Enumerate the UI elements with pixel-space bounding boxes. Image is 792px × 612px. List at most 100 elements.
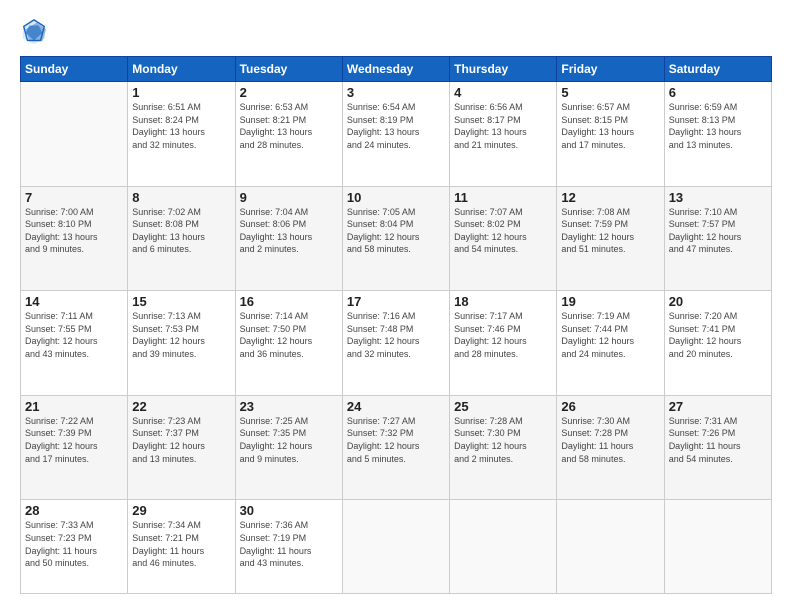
day-number: 22 <box>132 399 230 414</box>
day-info: Sunrise: 6:57 AM Sunset: 8:15 PM Dayligh… <box>561 101 659 151</box>
weekday-header-wednesday: Wednesday <box>342 57 449 82</box>
day-info: Sunrise: 7:30 AM Sunset: 7:28 PM Dayligh… <box>561 415 659 465</box>
day-number: 5 <box>561 85 659 100</box>
day-number: 23 <box>240 399 338 414</box>
calendar-week-row: 28Sunrise: 7:33 AM Sunset: 7:23 PM Dayli… <box>21 500 772 594</box>
weekday-header-saturday: Saturday <box>664 57 771 82</box>
day-number: 13 <box>669 190 767 205</box>
day-number: 9 <box>240 190 338 205</box>
day-number: 21 <box>25 399 123 414</box>
day-info: Sunrise: 7:14 AM Sunset: 7:50 PM Dayligh… <box>240 310 338 360</box>
calendar-cell: 16Sunrise: 7:14 AM Sunset: 7:50 PM Dayli… <box>235 291 342 396</box>
calendar-cell: 17Sunrise: 7:16 AM Sunset: 7:48 PM Dayli… <box>342 291 449 396</box>
day-info: Sunrise: 6:59 AM Sunset: 8:13 PM Dayligh… <box>669 101 767 151</box>
weekday-header-friday: Friday <box>557 57 664 82</box>
day-number: 28 <box>25 503 123 518</box>
calendar-cell: 11Sunrise: 7:07 AM Sunset: 8:02 PM Dayli… <box>450 186 557 291</box>
day-info: Sunrise: 7:04 AM Sunset: 8:06 PM Dayligh… <box>240 206 338 256</box>
day-info: Sunrise: 6:53 AM Sunset: 8:21 PM Dayligh… <box>240 101 338 151</box>
day-number: 17 <box>347 294 445 309</box>
calendar-cell <box>21 82 128 187</box>
day-info: Sunrise: 7:33 AM Sunset: 7:23 PM Dayligh… <box>25 519 123 569</box>
calendar-week-row: 1Sunrise: 6:51 AM Sunset: 8:24 PM Daylig… <box>21 82 772 187</box>
day-number: 12 <box>561 190 659 205</box>
day-number: 4 <box>454 85 552 100</box>
day-info: Sunrise: 7:27 AM Sunset: 7:32 PM Dayligh… <box>347 415 445 465</box>
day-info: Sunrise: 7:13 AM Sunset: 7:53 PM Dayligh… <box>132 310 230 360</box>
calendar-cell <box>664 500 771 594</box>
calendar-cell: 20Sunrise: 7:20 AM Sunset: 7:41 PM Dayli… <box>664 291 771 396</box>
day-info: Sunrise: 7:22 AM Sunset: 7:39 PM Dayligh… <box>25 415 123 465</box>
logo-icon <box>20 18 48 46</box>
calendar-cell <box>342 500 449 594</box>
calendar-cell: 30Sunrise: 7:36 AM Sunset: 7:19 PM Dayli… <box>235 500 342 594</box>
calendar-cell: 13Sunrise: 7:10 AM Sunset: 7:57 PM Dayli… <box>664 186 771 291</box>
weekday-header-thursday: Thursday <box>450 57 557 82</box>
day-info: Sunrise: 7:19 AM Sunset: 7:44 PM Dayligh… <box>561 310 659 360</box>
calendar-cell: 12Sunrise: 7:08 AM Sunset: 7:59 PM Dayli… <box>557 186 664 291</box>
calendar-cell: 14Sunrise: 7:11 AM Sunset: 7:55 PM Dayli… <box>21 291 128 396</box>
day-number: 24 <box>347 399 445 414</box>
day-number: 7 <box>25 190 123 205</box>
calendar-cell: 9Sunrise: 7:04 AM Sunset: 8:06 PM Daylig… <box>235 186 342 291</box>
calendar-cell: 28Sunrise: 7:33 AM Sunset: 7:23 PM Dayli… <box>21 500 128 594</box>
day-number: 27 <box>669 399 767 414</box>
calendar-cell: 3Sunrise: 6:54 AM Sunset: 8:19 PM Daylig… <box>342 82 449 187</box>
calendar-cell: 2Sunrise: 6:53 AM Sunset: 8:21 PM Daylig… <box>235 82 342 187</box>
day-number: 26 <box>561 399 659 414</box>
calendar-cell: 7Sunrise: 7:00 AM Sunset: 8:10 PM Daylig… <box>21 186 128 291</box>
calendar-cell: 21Sunrise: 7:22 AM Sunset: 7:39 PM Dayli… <box>21 395 128 500</box>
day-info: Sunrise: 7:07 AM Sunset: 8:02 PM Dayligh… <box>454 206 552 256</box>
day-number: 29 <box>132 503 230 518</box>
calendar-cell: 22Sunrise: 7:23 AM Sunset: 7:37 PM Dayli… <box>128 395 235 500</box>
logo <box>20 18 52 46</box>
day-number: 19 <box>561 294 659 309</box>
calendar-week-row: 21Sunrise: 7:22 AM Sunset: 7:39 PM Dayli… <box>21 395 772 500</box>
calendar-cell <box>450 500 557 594</box>
day-info: Sunrise: 7:02 AM Sunset: 8:08 PM Dayligh… <box>132 206 230 256</box>
header <box>20 18 772 46</box>
day-number: 2 <box>240 85 338 100</box>
weekday-header-tuesday: Tuesday <box>235 57 342 82</box>
calendar-cell: 5Sunrise: 6:57 AM Sunset: 8:15 PM Daylig… <box>557 82 664 187</box>
calendar-cell: 8Sunrise: 7:02 AM Sunset: 8:08 PM Daylig… <box>128 186 235 291</box>
calendar-cell: 27Sunrise: 7:31 AM Sunset: 7:26 PM Dayli… <box>664 395 771 500</box>
calendar-cell: 26Sunrise: 7:30 AM Sunset: 7:28 PM Dayli… <box>557 395 664 500</box>
day-number: 20 <box>669 294 767 309</box>
day-number: 6 <box>669 85 767 100</box>
calendar-table: SundayMondayTuesdayWednesdayThursdayFrid… <box>20 56 772 594</box>
day-info: Sunrise: 7:17 AM Sunset: 7:46 PM Dayligh… <box>454 310 552 360</box>
day-info: Sunrise: 7:05 AM Sunset: 8:04 PM Dayligh… <box>347 206 445 256</box>
day-info: Sunrise: 7:16 AM Sunset: 7:48 PM Dayligh… <box>347 310 445 360</box>
day-info: Sunrise: 6:54 AM Sunset: 8:19 PM Dayligh… <box>347 101 445 151</box>
day-info: Sunrise: 7:11 AM Sunset: 7:55 PM Dayligh… <box>25 310 123 360</box>
calendar-cell: 25Sunrise: 7:28 AM Sunset: 7:30 PM Dayli… <box>450 395 557 500</box>
day-info: Sunrise: 7:00 AM Sunset: 8:10 PM Dayligh… <box>25 206 123 256</box>
weekday-header-monday: Monday <box>128 57 235 82</box>
day-number: 16 <box>240 294 338 309</box>
day-number: 25 <box>454 399 552 414</box>
calendar-cell: 1Sunrise: 6:51 AM Sunset: 8:24 PM Daylig… <box>128 82 235 187</box>
day-info: Sunrise: 7:20 AM Sunset: 7:41 PM Dayligh… <box>669 310 767 360</box>
calendar-cell: 24Sunrise: 7:27 AM Sunset: 7:32 PM Dayli… <box>342 395 449 500</box>
calendar-cell: 10Sunrise: 7:05 AM Sunset: 8:04 PM Dayli… <box>342 186 449 291</box>
day-number: 30 <box>240 503 338 518</box>
day-number: 1 <box>132 85 230 100</box>
day-info: Sunrise: 7:23 AM Sunset: 7:37 PM Dayligh… <box>132 415 230 465</box>
day-info: Sunrise: 7:25 AM Sunset: 7:35 PM Dayligh… <box>240 415 338 465</box>
calendar-week-row: 7Sunrise: 7:00 AM Sunset: 8:10 PM Daylig… <box>21 186 772 291</box>
calendar-cell: 23Sunrise: 7:25 AM Sunset: 7:35 PM Dayli… <box>235 395 342 500</box>
weekday-header-sunday: Sunday <box>21 57 128 82</box>
day-info: Sunrise: 7:08 AM Sunset: 7:59 PM Dayligh… <box>561 206 659 256</box>
day-info: Sunrise: 7:31 AM Sunset: 7:26 PM Dayligh… <box>669 415 767 465</box>
page: SundayMondayTuesdayWednesdayThursdayFrid… <box>0 0 792 612</box>
day-number: 18 <box>454 294 552 309</box>
day-number: 3 <box>347 85 445 100</box>
calendar-cell: 6Sunrise: 6:59 AM Sunset: 8:13 PM Daylig… <box>664 82 771 187</box>
day-info: Sunrise: 7:28 AM Sunset: 7:30 PM Dayligh… <box>454 415 552 465</box>
calendar-cell: 29Sunrise: 7:34 AM Sunset: 7:21 PM Dayli… <box>128 500 235 594</box>
calendar-week-row: 14Sunrise: 7:11 AM Sunset: 7:55 PM Dayli… <box>21 291 772 396</box>
calendar-cell <box>557 500 664 594</box>
day-info: Sunrise: 7:34 AM Sunset: 7:21 PM Dayligh… <box>132 519 230 569</box>
day-info: Sunrise: 7:36 AM Sunset: 7:19 PM Dayligh… <box>240 519 338 569</box>
